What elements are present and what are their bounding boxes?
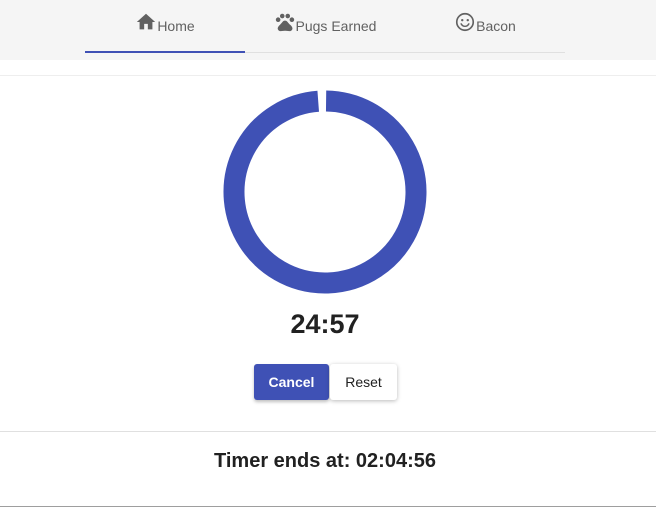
paw-icon xyxy=(274,11,296,33)
top-bar: Home Pugs Earned Bacon xyxy=(0,0,656,60)
section-divider xyxy=(0,431,656,432)
reset-button[interactable]: Reset xyxy=(330,364,397,400)
cancel-button[interactable]: Cancel xyxy=(254,364,329,400)
tab-bacon[interactable]: Bacon xyxy=(405,0,565,52)
tab-home-label: Home xyxy=(157,18,195,34)
header-divider xyxy=(0,75,656,76)
timer-progress-arc xyxy=(223,90,427,294)
bottom-divider xyxy=(0,506,656,507)
tab-pugs-earned[interactable]: Pugs Earned xyxy=(245,0,405,52)
timer-end-time: Timer ends at: 02:04:56 xyxy=(214,450,436,472)
smiley-icon xyxy=(454,11,476,33)
tab-home[interactable]: Home xyxy=(85,0,245,53)
tab-bar: Home Pugs Earned Bacon xyxy=(85,0,565,53)
timer-display: 24:57 xyxy=(290,309,360,339)
home-icon xyxy=(135,11,157,33)
tab-pugs-earned-label: Pugs Earned xyxy=(295,18,377,34)
tab-bacon-label: Bacon xyxy=(476,18,516,34)
timer-progress-ring xyxy=(223,90,427,294)
